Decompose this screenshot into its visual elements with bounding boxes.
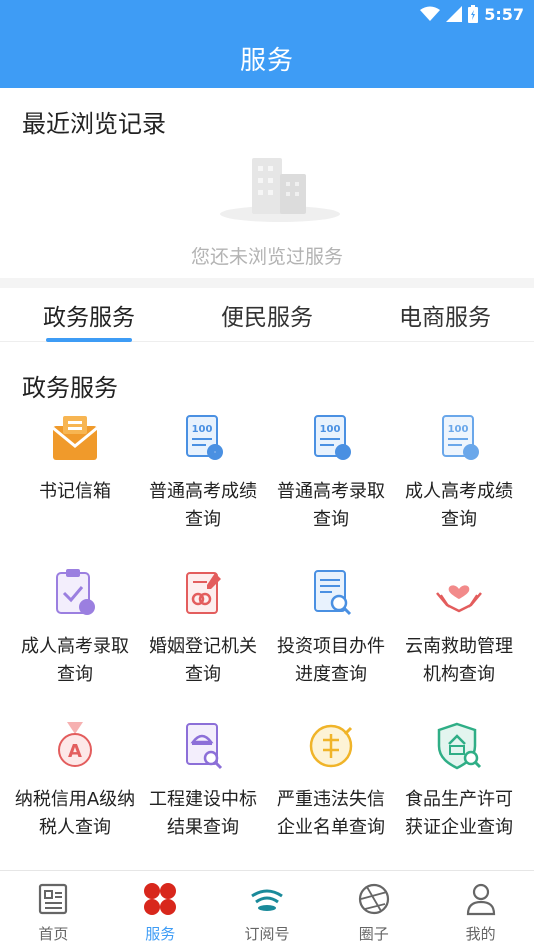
- empty-history-text: 您还未浏览过服务: [190, 246, 343, 268]
- construction-doc-icon: [175, 718, 231, 774]
- tab-government-services[interactable]: 政务服务: [0, 288, 178, 342]
- nav-label: 订阅号: [244, 925, 290, 943]
- service-label: 严重违法失信企业名单查询: [277, 789, 385, 838]
- service-item-adult-admission-query[interactable]: 成人高考录取查询: [11, 565, 139, 689]
- service-label: 书记信箱: [39, 481, 111, 502]
- status-bar: 5:57: [0, 0, 534, 28]
- service-item-investment-progress[interactable]: 投资项目办件进度查询: [267, 565, 395, 689]
- heart-hands-icon: [431, 565, 487, 621]
- score-report-icon: 100 ·: [175, 410, 231, 466]
- bottom-navigation: 首页 服务 订阅号 圈子 我的: [0, 870, 534, 950]
- section-divider: [0, 278, 534, 288]
- page-title: 服务: [239, 45, 294, 76]
- document-search-icon: [303, 565, 359, 621]
- service-label: 成人高考录取查询: [21, 636, 129, 685]
- service-label: 工程建设中标结果查询: [149, 789, 257, 838]
- news-icon: [35, 881, 71, 917]
- service-grid-icon: [142, 881, 178, 917]
- tab-convenience-services[interactable]: 便民服务: [178, 288, 356, 342]
- svg-text:100: 100: [448, 424, 469, 435]
- service-label: 云南救助管理机构查询: [405, 636, 513, 685]
- nav-item-services[interactable]: 服务: [107, 871, 214, 950]
- adult-score-icon: 100: [431, 410, 487, 466]
- nav-item-subscriptions[interactable]: 订阅号: [214, 871, 321, 950]
- section-title: 政务服务: [22, 374, 118, 402]
- wifi-icon: [420, 6, 441, 21]
- svg-text:·: ·: [214, 448, 217, 457]
- marriage-register-icon: [175, 565, 231, 621]
- nav-item-circle[interactable]: 圈子: [320, 871, 427, 950]
- service-item-violation-list[interactable]: 严重违法失信企业名单查询: [267, 718, 395, 842]
- service-label: 普通高考录取查询: [277, 481, 385, 530]
- service-label: 纳税信用A级纳税人查询: [14, 789, 136, 838]
- recent-history-section: 最近浏览记录 您还未浏览过服务: [0, 88, 534, 278]
- service-tabs: 政务服务 便民服务 电商服务: [0, 288, 534, 342]
- service-label: 投资项目办件进度查询: [277, 636, 385, 685]
- nav-item-home[interactable]: 首页: [0, 871, 107, 950]
- nav-item-profile[interactable]: 我的: [427, 871, 534, 950]
- service-item-admission-query[interactable]: 100 普通高考录取查询: [267, 410, 395, 534]
- nav-label: 服务: [145, 925, 176, 943]
- active-tab-indicator: [46, 338, 132, 342]
- nav-label: 首页: [38, 925, 69, 943]
- service-item-bid-results[interactable]: 工程建设中标结果查询: [139, 718, 267, 842]
- mailbox-icon: [47, 410, 103, 466]
- signal-icon: [446, 6, 463, 22]
- nav-label: 我的: [465, 925, 496, 943]
- service-item-tax-credit[interactable]: A 纳税信用A级纳税人查询: [11, 718, 139, 842]
- service-item-mailbox[interactable]: 书记信箱: [11, 410, 139, 506]
- svg-text:A: A: [68, 741, 82, 762]
- status-icons: 5:57: [420, 4, 524, 24]
- user-icon: [463, 881, 499, 917]
- service-label: 普通高考成绩查询: [149, 481, 257, 530]
- service-item-adult-score-query[interactable]: 100 成人高考成绩查询: [395, 410, 523, 534]
- subscription-icon: [249, 881, 285, 917]
- service-item-score-query[interactable]: 100 · 普通高考成绩查询: [139, 410, 267, 534]
- medal-a-icon: A: [47, 718, 103, 774]
- food-shield-icon: [431, 718, 487, 774]
- recent-history-title: 最近浏览记录: [22, 110, 166, 138]
- service-label: 婚姻登记机关查询: [149, 636, 257, 685]
- service-label: 食品生产许可获证企业查询: [405, 789, 513, 838]
- service-item-marriage-registry[interactable]: 婚姻登记机关查询: [139, 565, 267, 689]
- violation-icon: [303, 718, 359, 774]
- service-item-rescue-agency[interactable]: 云南救助管理机构查询: [395, 565, 523, 689]
- nav-label: 圈子: [358, 925, 389, 943]
- circle-icon: [356, 881, 392, 917]
- tab-ecommerce-services[interactable]: 电商服务: [356, 288, 534, 342]
- admission-report-icon: 100: [303, 410, 359, 466]
- clipboard-check-icon: [47, 565, 103, 621]
- app-bar: 服务: [0, 28, 534, 88]
- svg-text:100: 100: [320, 424, 341, 435]
- service-item-food-license[interactable]: 食品生产许可获证企业查询: [395, 718, 523, 842]
- empty-buildings-icon: [220, 158, 340, 222]
- status-time: 5:57: [484, 4, 524, 24]
- battery-icon: [468, 5, 479, 23]
- service-label: 成人高考成绩查询: [405, 481, 513, 530]
- svg-text:100: 100: [192, 424, 213, 435]
